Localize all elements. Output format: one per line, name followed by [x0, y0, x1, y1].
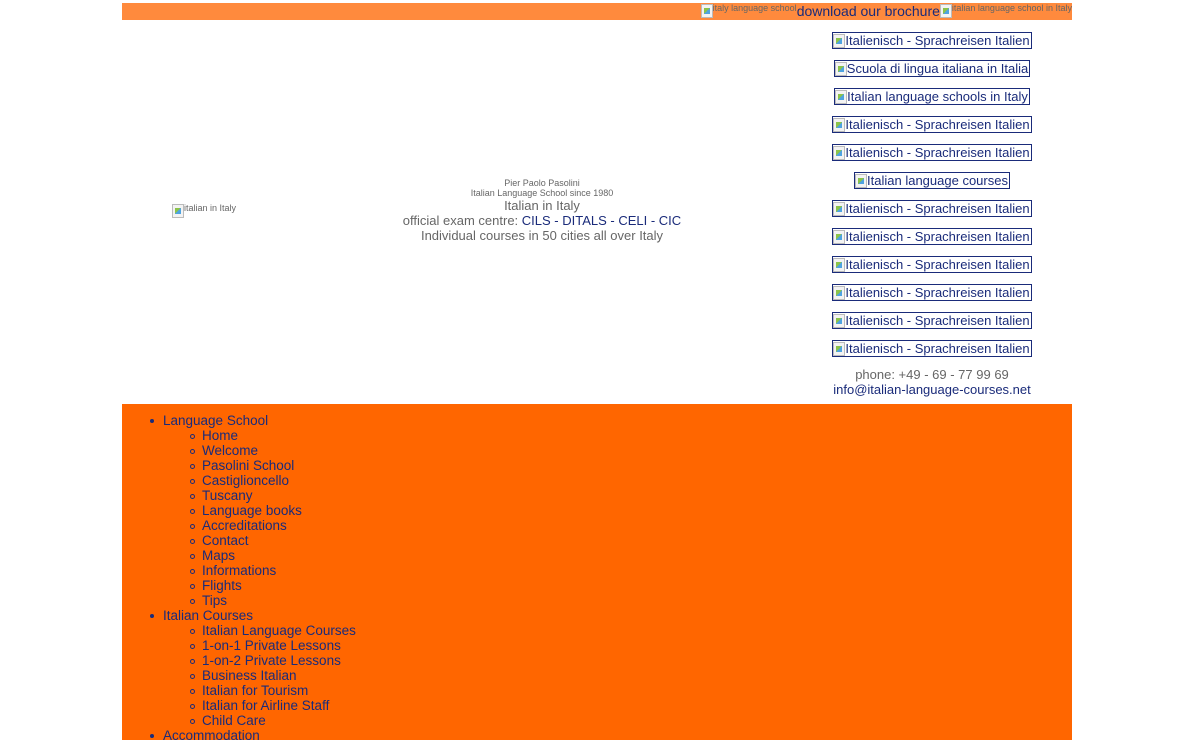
language-site-link[interactable]: Scuola di lingua italiana in Italia [833, 60, 1031, 77]
language-site-link-label: Italienisch - Sprachreisen Italien [845, 201, 1030, 216]
nav-item[interactable]: Italian Language Courses [152, 623, 1072, 638]
language-site-link[interactable]: Italienisch - Sprachreisen Italien [832, 200, 1032, 217]
broken-image-icon [939, 4, 952, 18]
nav-item[interactable]: Italian for Airline Staff [152, 698, 1072, 713]
exam-centre-label: official exam centre: [402, 213, 522, 228]
language-site-link[interactable]: Italienisch - Sprachreisen Italien [832, 32, 1032, 49]
language-site-link-label: Italienisch - Sprachreisen Italien [845, 117, 1030, 132]
language-site-link[interactable]: Italienisch - Sprachreisen Italien [832, 312, 1032, 329]
school-tagline: Italian in Italy [504, 198, 580, 213]
language-site-link[interactable]: Italienisch - Sprachreisen Italien [832, 116, 1032, 133]
nav-item[interactable]: Language books [152, 503, 1072, 518]
broken-image-icon [833, 202, 846, 216]
language-site-link-label: Italienisch - Sprachreisen Italien [845, 33, 1030, 48]
nav-section[interactable]: Language School [150, 413, 1072, 428]
italy-language-school-alt: italy language school [712, 3, 797, 13]
logo-alt-text: italian in Italy [184, 203, 237, 213]
italy-language-school-image: italy language school [700, 3, 797, 18]
nav-item[interactable]: Tips [152, 593, 1072, 608]
nav-item[interactable]: Accreditations [152, 518, 1072, 533]
language-site-link-label: Italienisch - Sprachreisen Italien [845, 145, 1030, 160]
italian-in-italy-logo: italian in Italy [172, 203, 236, 218]
broken-image-icon [835, 90, 848, 104]
language-site-link[interactable]: Italienisch - Sprachreisen Italien [832, 284, 1032, 301]
nav-item[interactable]: Informations [152, 563, 1072, 578]
nav-item[interactable]: Business Italian [152, 668, 1072, 683]
nav-section[interactable]: Italian Courses [150, 608, 1072, 623]
phone-number: phone: +49 - 69 - 77 99 69 [855, 367, 1009, 382]
nav-item[interactable]: 1-on-1 Private Lessons [152, 638, 1072, 653]
broken-image-icon [834, 62, 847, 76]
nav-item[interactable]: Flights [152, 578, 1072, 593]
school-info: Pier Paolo Pasolini Italian Language Sch… [392, 178, 692, 243]
broken-image-icon [833, 314, 846, 328]
nav-item[interactable]: Maps [152, 548, 1072, 563]
broken-image-icon [172, 204, 184, 218]
broken-image-icon [700, 4, 713, 18]
nav-item[interactable]: Welcome [152, 443, 1072, 458]
language-site-link-label: Italienisch - Sprachreisen Italien [845, 313, 1030, 328]
italian-language-school-image: italian language school in Italy [939, 3, 1072, 18]
header: italian in Italy Pier Paolo Pasolini Ita… [122, 20, 1072, 404]
broken-image-icon [833, 146, 846, 160]
language-links-column: Italienisch - Sprachreisen Italien Scuola… [802, 32, 1062, 397]
language-site-link-label: Scuola di lingua italiana in Italia [846, 61, 1029, 76]
language-site-link-label: Italienisch - Sprachreisen Italien [845, 257, 1030, 272]
download-brochure-link[interactable]: download our brochure [797, 3, 940, 20]
exam-centre-link[interactable]: CILS - DITALS - CELI - CIC [522, 213, 681, 228]
nav-item[interactable]: Castiglioncello [152, 473, 1072, 488]
nav-item[interactable]: Home [152, 428, 1072, 443]
top-bar-links: italy language school download our broch… [700, 3, 1072, 20]
language-site-link-label: Italienisch - Sprachreisen Italien [845, 229, 1030, 244]
broken-image-icon [833, 258, 846, 272]
cities-line: Individual courses in 50 cities all over… [420, 228, 664, 243]
school-since: Italian Language School since 1980 [470, 188, 614, 198]
language-site-link-label: Italian language schools in Italy [847, 89, 1028, 104]
nav-item[interactable]: Pasolini School [152, 458, 1072, 473]
exam-centre-line: official exam centre: CILS - DITALS - CE… [392, 213, 692, 228]
language-site-link-label: Italian language courses [867, 173, 1008, 188]
broken-image-icon [833, 34, 846, 48]
language-site-link-label: Italienisch - Sprachreisen Italien [845, 285, 1030, 300]
language-site-link[interactable]: Italienisch - Sprachreisen Italien [832, 256, 1032, 273]
navigation-menu: Language School Home Welcome Pasolini Schoo… [122, 404, 1072, 743]
language-site-link[interactable]: Italienisch - Sprachreisen Italien [832, 228, 1032, 245]
language-site-link[interactable]: Italian language schools in Italy [834, 88, 1030, 105]
language-site-link[interactable]: Italian language courses [854, 172, 1010, 189]
nav-section[interactable]: Accommodation [150, 728, 1072, 743]
broken-image-icon [833, 342, 846, 356]
school-name: Pier Paolo Pasolini [504, 178, 580, 188]
language-site-link-label: Italienisch - Sprachreisen Italien [845, 341, 1030, 356]
language-site-link[interactable]: Italienisch - Sprachreisen Italien [832, 144, 1032, 161]
nav-item[interactable]: 1-on-2 Private Lessons [152, 653, 1072, 668]
broken-image-icon [833, 118, 846, 132]
nav-item[interactable]: Child Care [152, 713, 1072, 728]
nav-item[interactable]: Contact [152, 533, 1072, 548]
nav-item[interactable]: Tuscany [152, 488, 1072, 503]
email-link[interactable]: info@italian-language-courses.net [802, 382, 1062, 397]
broken-image-icon [833, 286, 846, 300]
language-site-link[interactable]: Italienisch - Sprachreisen Italien [832, 340, 1032, 357]
nav-list: Language School Home Welcome Pasolini Schoo… [122, 404, 1072, 743]
top-bar: italy language school download our broch… [122, 3, 1072, 20]
italian-language-school-alt: italian language school in Italy [951, 3, 1072, 13]
broken-image-icon [855, 174, 868, 188]
broken-image-icon [833, 230, 846, 244]
nav-item[interactable]: Italian for Tourism [152, 683, 1072, 698]
